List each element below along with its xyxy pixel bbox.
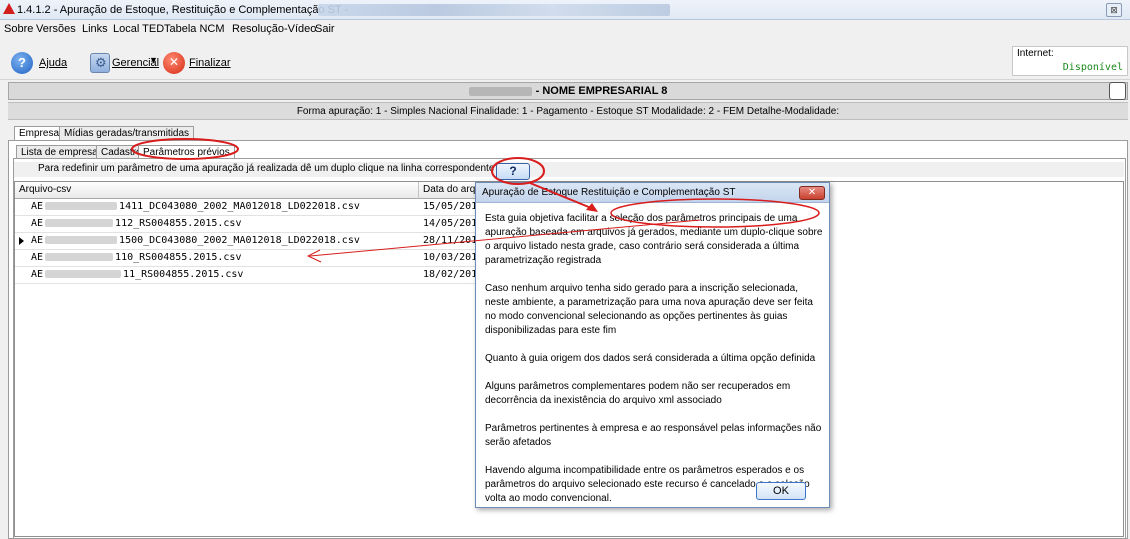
close-circle-icon[interactable]: ✕ [163,52,185,74]
dialog-paragraph: Alguns parâmetros complementares podem n… [485,381,791,406]
table-row[interactable]: AE 1411_DC043080_2002_MA012018_LD022018.c… [15,199,478,216]
dialog-paragraph: Parâmetros pertinentes à empresa e ao re… [485,423,822,448]
info-dialog: Apuração de Estoque Restituição e Comple… [475,182,830,508]
finalizar-button[interactable]: Finalizar [189,57,231,69]
table-row[interactable]: AE 11_RS004855.2015.csv 18/02/201 [15,267,478,284]
hint-bar: Para redefinir um parâmetro de uma apura… [14,162,1124,177]
ok-button[interactable]: OK [756,482,806,500]
company-header: - NOME EMPRESARIAL 8 [8,82,1128,100]
close-window-button[interactable]: ⊠ [1106,3,1122,17]
dialog-body: Esta guia objetiva facilitar a seleção d… [485,212,823,520]
row-date: 10/03/201 [423,252,478,263]
menu-sobre[interactable]: Sobre [4,23,33,35]
menu-links[interactable]: Links [82,23,108,35]
hint-text: Para redefinir um parâmetro de uma apura… [38,163,495,174]
menu-local-ted[interactable]: Local TED [113,23,164,35]
dialog-paragraph: Quanto à guia origem dos dados será cons… [485,353,816,364]
chevron-down-icon[interactable]: ▼ [149,55,158,65]
redacted-cnpj [468,86,532,96]
gear-icon[interactable]: ⚙ [90,53,110,73]
menu-versoes[interactable]: Versões [36,23,76,35]
header-checkbox[interactable] [1109,82,1126,100]
dialog-title-bar: Apuração de Estoque Restituição e Comple… [476,183,829,203]
company-name: - NOME EMPRESARIAL 8 [535,85,668,97]
dialog-title: Apuração de Estoque Restituição e Comple… [482,187,736,198]
dialog-paragraph: Caso nenhum arquivo tenha sido gerado pa… [485,283,813,336]
row-date: 18/02/201 [423,269,478,280]
table-row[interactable]: AE 112_RS004855.2015.csv 14/05/201 [15,216,478,233]
dialog-close-button[interactable]: ✕ [799,186,825,200]
menu-tabela-ncm[interactable]: Tabela NCM [164,23,225,35]
tab-midias[interactable]: Mídias geradas/transmitidas [59,126,195,141]
column-header-data[interactable]: Data do arquiv [419,182,479,199]
internet-status-box: Internet: Disponível [1012,46,1128,76]
column-header-arquivo[interactable]: Arquivo-csv [15,182,419,199]
warning-icon [3,3,15,14]
table-row-selected[interactable]: AE 1500_DC043080_2002_MA012018_LD022018.c… [15,233,478,250]
redacted-path [318,4,670,16]
menu-resolucao-video[interactable]: Resolução-Vídeo [232,23,316,35]
forma-info-text: Forma apuração: 1 - Simples Nacional Fin… [296,106,840,117]
forma-info-bar: Forma apuração: 1 - Simples Nacional Fin… [8,102,1128,120]
row-date: 28/11/201 [423,235,478,246]
table-row[interactable]: AE 110_RS004855.2015.csv 10/03/201 [15,250,478,267]
window-title-bar: 1.4.1.2 - Apuração de Estoque, Restituiç… [0,0,1130,20]
help-button[interactable]: Ajuda [39,57,67,69]
menu-sair[interactable]: Sair [315,23,335,35]
help-icon[interactable]: ? [11,52,33,74]
row-date: 15/05/201 [423,201,478,212]
row-date: 14/05/201 [423,218,478,229]
internet-status: Disponível [1062,62,1123,73]
window-title: 1.4.1.2 - Apuração de Estoque, Restituiç… [17,4,349,16]
dialog-paragraph: Esta guia objetiva facilitar a seleção d… [485,213,823,266]
menu-bar: Sobre Versões Links Local TED Tabela NCM… [0,20,1130,38]
help-question-button[interactable]: ? [496,163,530,180]
row-pointer-icon [19,237,24,245]
internet-label: Internet: [1017,48,1054,59]
